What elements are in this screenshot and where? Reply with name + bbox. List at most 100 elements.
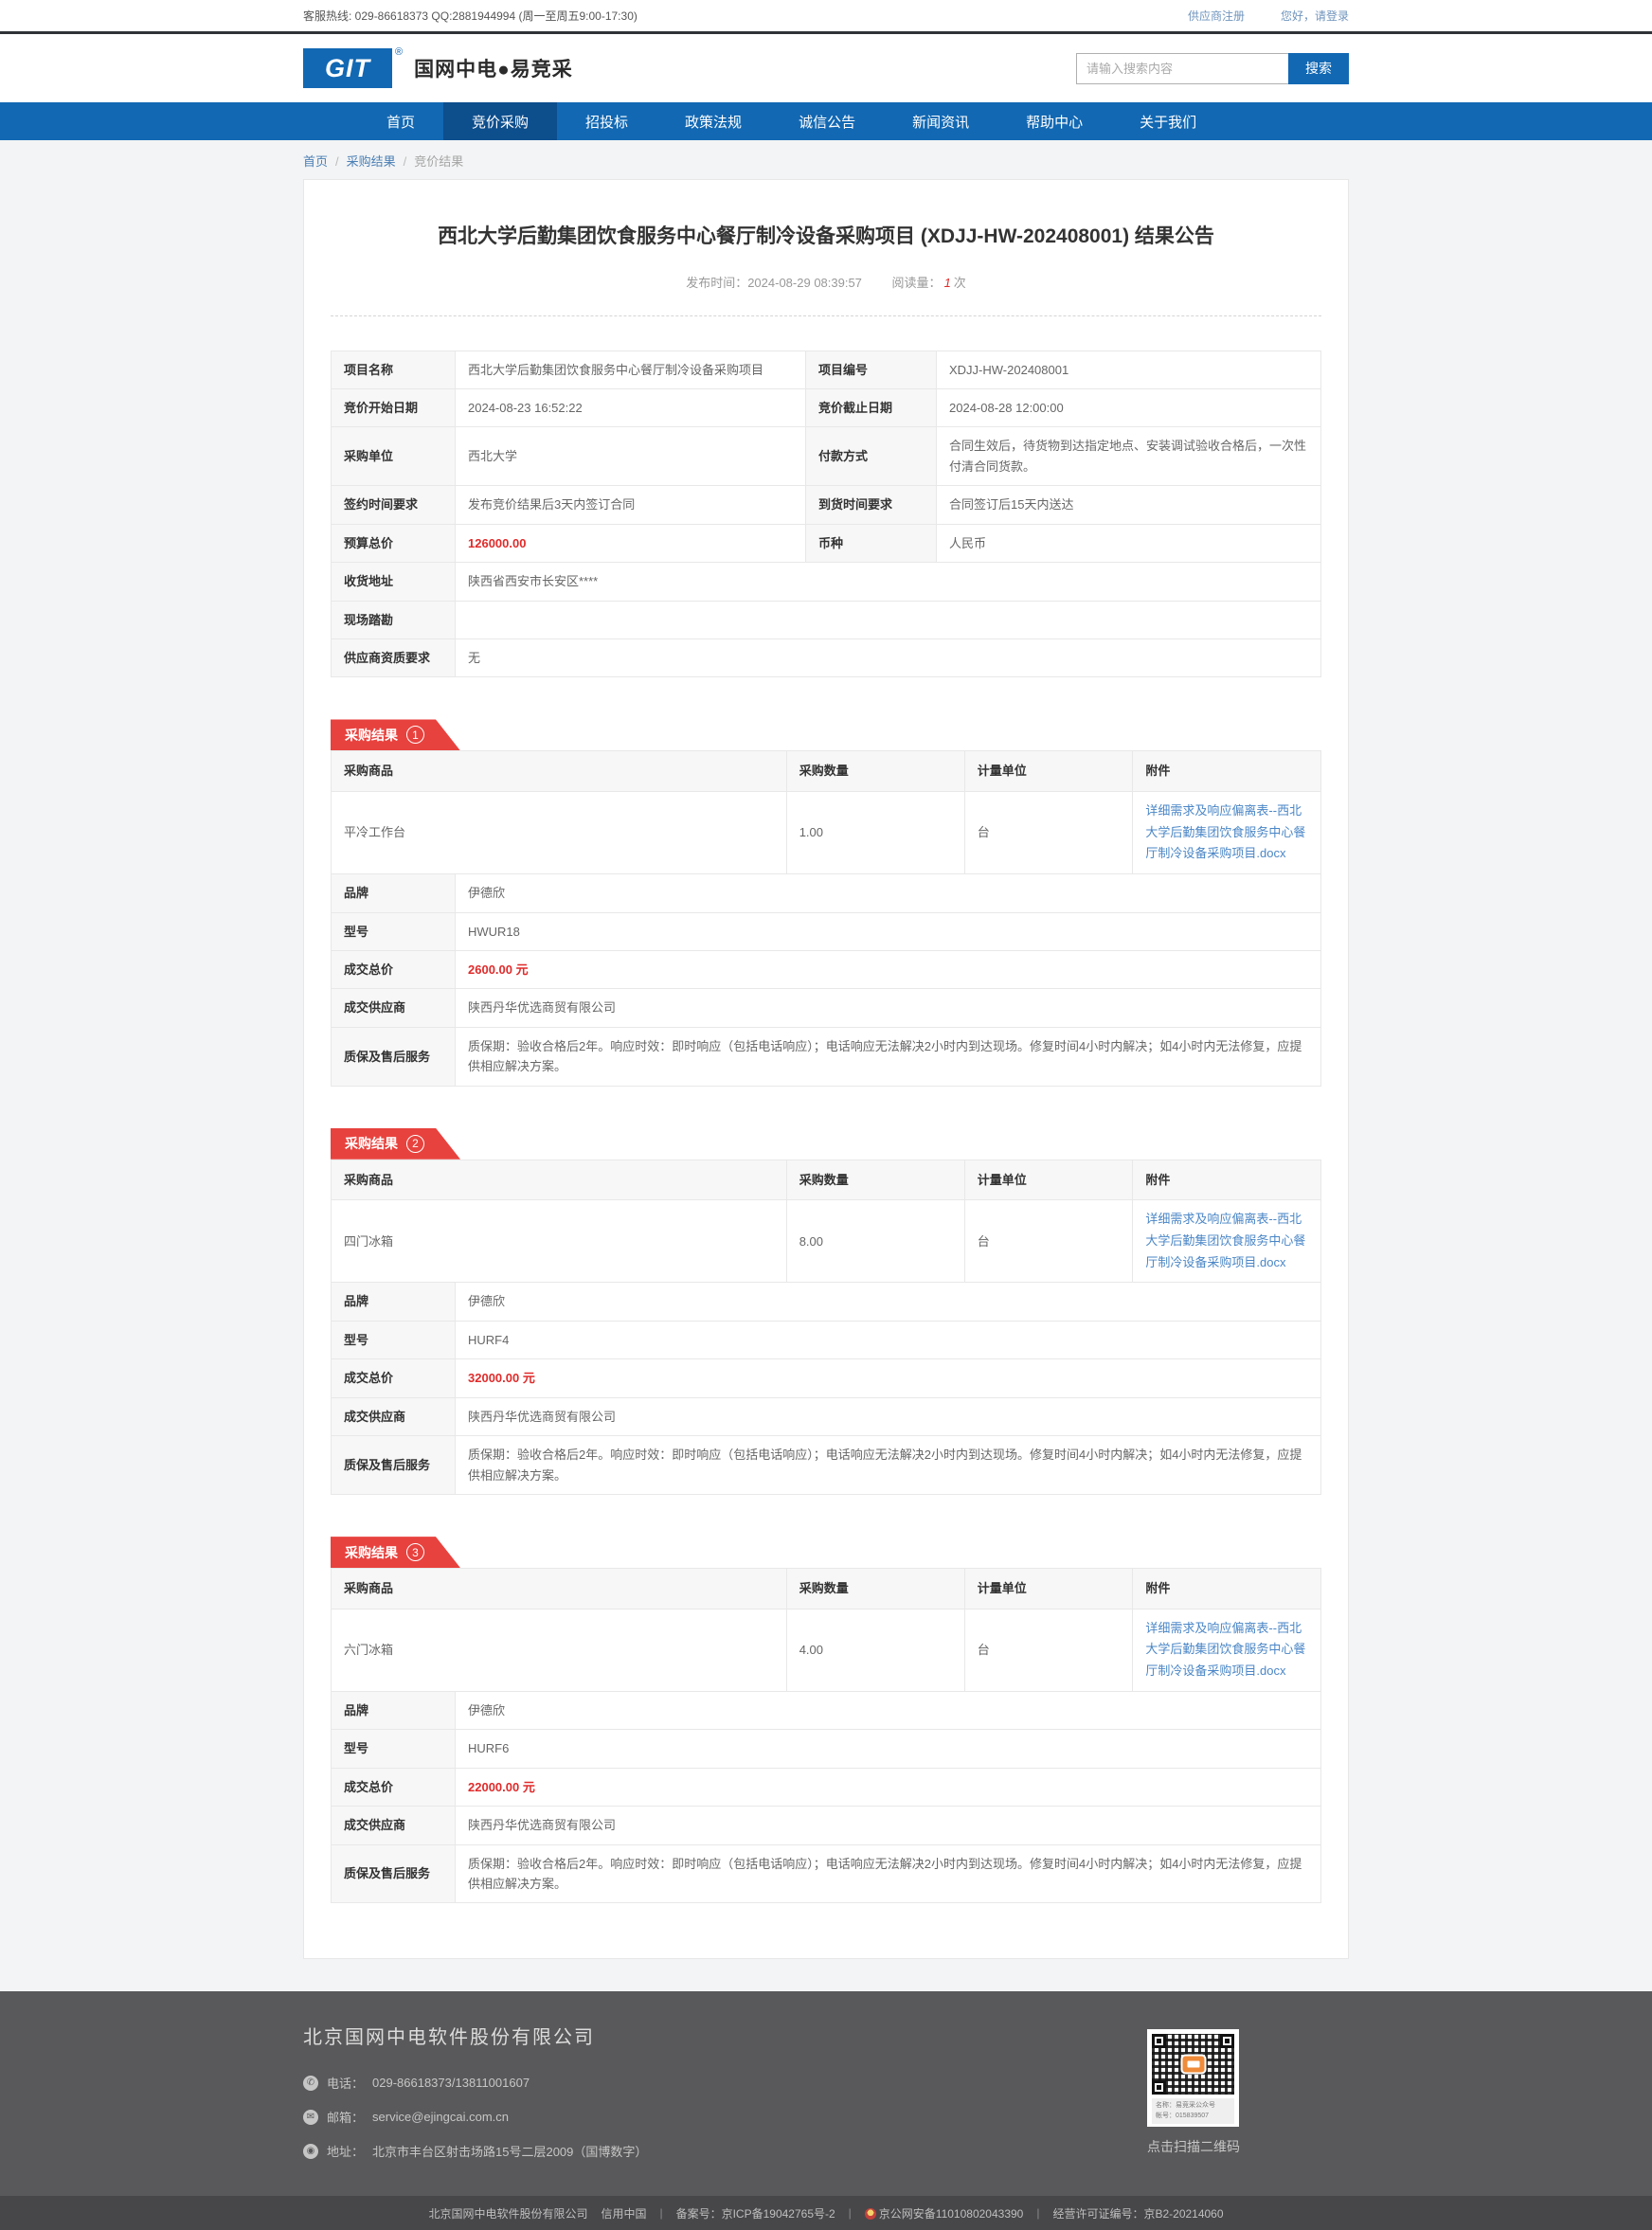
table-row: 成交总价 22000.00 元 bbox=[332, 1768, 1321, 1806]
breadcrumb-purchase-results[interactable]: 采购结果 bbox=[347, 154, 396, 169]
table-row: 品牌 伊德欣 bbox=[332, 874, 1321, 912]
bottombar-company: 北京国网中电软件股份有限公司 bbox=[428, 2205, 587, 2221]
table-row: 采购单位 西北大学 付款方式 合同生效后，待货物到达指定地点、安装调试验收合格后… bbox=[332, 427, 1321, 486]
nav-item-about-us[interactable]: 关于我们 bbox=[1111, 102, 1225, 140]
attachment-link[interactable]: 详细需求及响应偏离表--西北大学后勤集团饮食服务中心餐厅制冷设备采购项目.doc… bbox=[1145, 1618, 1308, 1682]
site-brand-title: 国网中电●易竞采 bbox=[414, 54, 573, 82]
attachment-link[interactable]: 详细需求及响应偏离表--西北大学后勤集团饮食服务中心餐厅制冷设备采购项目.doc… bbox=[1145, 1209, 1308, 1273]
location-pin-icon: ◉ bbox=[303, 2144, 318, 2159]
result-detail-table: 品牌 伊德欣 型号 HURF4 成交总价 32000.00 元 成交供应商 陕西… bbox=[331, 1282, 1321, 1495]
breadcrumb-current: 竞价结果 bbox=[414, 154, 463, 169]
phone-value: 029-86618373/13811001607 bbox=[372, 2076, 530, 2090]
nav-item-policies[interactable]: 政策法规 bbox=[656, 102, 770, 140]
product-quantity: 1.00 bbox=[786, 791, 964, 873]
credit-china-link[interactable]: 信用中国 bbox=[601, 2205, 646, 2221]
police-record-link[interactable]: 京公网安备11010802043390 bbox=[865, 2205, 1024, 2221]
result-badge: 采购结果 2 bbox=[331, 1128, 460, 1160]
registered-trademark-icon: ® bbox=[395, 46, 403, 58]
deal-total-price: 2600.00 元 bbox=[468, 962, 529, 977]
views-label: 阅读量： bbox=[892, 276, 942, 290]
nav-item-news[interactable]: 新闻资讯 bbox=[884, 102, 997, 140]
email-label: 邮箱： bbox=[327, 2108, 364, 2126]
table-row: 品牌 伊德欣 bbox=[332, 1691, 1321, 1729]
result-badge: 采购结果 3 bbox=[331, 1537, 460, 1568]
nav-item-bidding-purchase[interactable]: 竞价采购 bbox=[443, 102, 557, 140]
table-row: 成交总价 2600.00 元 bbox=[332, 951, 1321, 989]
table-row: 项目名称 西北大学后勤集团饮食服务中心餐厅制冷设备采购项目 项目编号 XDJJ-… bbox=[332, 351, 1321, 388]
budget-total-price: 126000.00 bbox=[468, 536, 526, 550]
table-row: 收货地址 陕西省西安市长安区**** bbox=[332, 563, 1321, 601]
nav-item-home[interactable]: 首页 bbox=[358, 102, 443, 140]
site-header: GIT ® 国网中电●易竞采 搜索 bbox=[0, 34, 1652, 102]
main-nav: 首页 竞价采购 招投标 政策法规 诚信公告 新闻资讯 帮助中心 关于我们 bbox=[0, 102, 1652, 140]
qr-code-widget[interactable]: 名称：易竞采公众号 帐号：015839507 点击扫描二维码 bbox=[1147, 2029, 1239, 2156]
table-row: 品牌 伊德欣 bbox=[332, 1283, 1321, 1321]
email-value: service@ejingcai.com.cn bbox=[372, 2110, 509, 2124]
table-row: 型号 HURF6 bbox=[332, 1730, 1321, 1768]
warranty-service-value: 质保期：验收合格后2年。响应时效：即时响应（包括电话响应）；电话响应无法解决2小… bbox=[456, 1027, 1321, 1086]
table-row: 成交供应商 陕西丹华优选商贸有限公司 bbox=[332, 1397, 1321, 1435]
result-number-badge: 1 bbox=[406, 726, 424, 744]
product-name: 六门冰箱 bbox=[332, 1609, 787, 1691]
search-bar: 搜索 bbox=[1076, 53, 1349, 84]
search-button[interactable]: 搜索 bbox=[1288, 53, 1349, 84]
table-row: 型号 HURF4 bbox=[332, 1321, 1321, 1358]
table-row: 预算总价 126000.00 币种 人民币 bbox=[332, 524, 1321, 562]
qr-finder-icon bbox=[1220, 2034, 1234, 2048]
announcement-meta: 发布时间：2024-08-29 08:39:57 阅读量：1次 bbox=[331, 273, 1321, 316]
result-section-2: 采购结果 2 采购商品 采购数量 计量单位 附件 四门冰箱 8.00 台 详细需… bbox=[331, 1128, 1321, 1495]
product-unit: 台 bbox=[964, 1200, 1133, 1283]
icp-record-number: 备案号：京ICP备19042765号-2 bbox=[676, 2205, 835, 2221]
top-utility-bar: 客服热线: 029-86618373 QQ:2881944994 (周一至周五9… bbox=[0, 0, 1652, 34]
attachment-link[interactable]: 详细需求及响应偏离表--西北大学后勤集团饮食服务中心餐厅制冷设备采购项目.doc… bbox=[1145, 800, 1308, 865]
qr-code-image bbox=[1152, 2034, 1234, 2095]
breadcrumb-separator: / bbox=[335, 154, 339, 169]
breadcrumb-home[interactable]: 首页 bbox=[303, 154, 328, 169]
product-quantity: 8.00 bbox=[786, 1200, 964, 1283]
phone-label: 电话： bbox=[327, 2074, 364, 2092]
table-row: 型号 HWUR18 bbox=[332, 912, 1321, 950]
result-goods-table: 采购商品 采购数量 计量单位 附件 平冷工作台 1.00 台 详细需求及响应偏离… bbox=[331, 750, 1321, 874]
search-input[interactable] bbox=[1076, 53, 1288, 84]
breadcrumb-separator: / bbox=[404, 154, 407, 169]
table-row: 竞价开始日期 2024-08-23 16:52:22 竞价截止日期 2024-0… bbox=[332, 388, 1321, 426]
business-license-number: 经营许可证编号：京B2-20214060 bbox=[1052, 2205, 1223, 2221]
model-value: HURF4 bbox=[456, 1321, 1321, 1358]
warranty-service-value: 质保期：验收合格后2年。响应时效：即时响应（包括电话响应）；电话响应无法解决2小… bbox=[456, 1436, 1321, 1495]
nav-item-tenders[interactable]: 招投标 bbox=[557, 102, 656, 140]
result-number-badge: 3 bbox=[406, 1543, 424, 1561]
table-row: 质保及售后服务 质保期：验收合格后2年。响应时效：即时响应（包括电话响应）；电话… bbox=[332, 1027, 1321, 1086]
nav-item-integrity-notice[interactable]: 诚信公告 bbox=[770, 102, 884, 140]
brand-value: 伊德欣 bbox=[456, 874, 1321, 912]
phone-icon: ✆ bbox=[303, 2076, 318, 2091]
model-value: HURF6 bbox=[456, 1730, 1321, 1768]
table-row: 成交总价 32000.00 元 bbox=[332, 1359, 1321, 1397]
brand-value: 伊德欣 bbox=[456, 1283, 1321, 1321]
git-logo: GIT bbox=[303, 48, 392, 88]
address-label: 地址： bbox=[327, 2142, 364, 2160]
breadcrumb: 首页 / 采购结果 / 竞价结果 bbox=[303, 140, 1349, 179]
copyright-bar: 北京国网中电软件股份有限公司 信用中国 | 备案号：京ICP备19042765号… bbox=[0, 2196, 1652, 2230]
table-row: 质保及售后服务 质保期：验收合格后2年。响应时效：即时响应（包括电话响应）；电话… bbox=[332, 1844, 1321, 1903]
result-goods-table: 采购商品 采购数量 计量单位 附件 四门冰箱 8.00 台 详细需求及响应偏离表… bbox=[331, 1160, 1321, 1284]
mail-icon: ✉ bbox=[303, 2110, 318, 2125]
supplier-value: 陕西丹华优选商贸有限公司 bbox=[456, 989, 1321, 1027]
table-row: 签约时间要求 发布竞价结果后3天内签订合同 到货时间要求 合同签订后15天内送达 bbox=[332, 486, 1321, 524]
table-row: 平冷工作台 1.00 台 详细需求及响应偏离表--西北大学后勤集团饮食服务中心餐… bbox=[332, 791, 1321, 873]
table-header-row: 采购商品 采购数量 计量单位 附件 bbox=[332, 751, 1321, 791]
supplier-register-link[interactable]: 供应商注册 bbox=[1188, 8, 1245, 24]
announcement-card: 西北大学后勤集团饮食服务中心餐厅制冷设备采购项目 (XDJJ-HW-202408… bbox=[303, 179, 1349, 1959]
nav-item-help-center[interactable]: 帮助中心 bbox=[997, 102, 1111, 140]
supplier-value: 陕西丹华优选商贸有限公司 bbox=[456, 1397, 1321, 1435]
address-value: 北京市丰台区射击场路15号二层2009（国博数字） bbox=[372, 2142, 647, 2160]
qr-center-logo-icon bbox=[1180, 2055, 1206, 2075]
table-row: 四门冰箱 8.00 台 详细需求及响应偏离表--西北大学后勤集团饮食服务中心餐厅… bbox=[332, 1200, 1321, 1283]
views-unit: 次 bbox=[954, 276, 966, 290]
site-footer: 北京国网中电软件股份有限公司 ✆ 电话： 029-86618373/138110… bbox=[0, 1991, 1652, 2196]
login-link[interactable]: 您好，请登录 bbox=[1281, 8, 1349, 24]
table-row: 六门冰箱 4.00 台 详细需求及响应偏离表--西北大学后勤集团饮食服务中心餐厅… bbox=[332, 1609, 1321, 1691]
result-badge: 采购结果 1 bbox=[331, 719, 460, 750]
result-number-badge: 2 bbox=[406, 1135, 424, 1153]
service-hotline: 客服热线: 029-86618373 QQ:2881944994 (周一至周五9… bbox=[303, 8, 637, 24]
qr-finder-icon bbox=[1152, 2080, 1166, 2095]
